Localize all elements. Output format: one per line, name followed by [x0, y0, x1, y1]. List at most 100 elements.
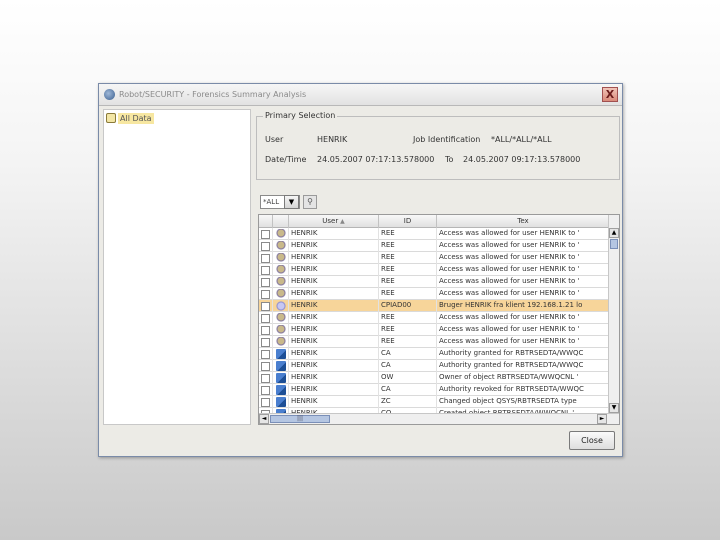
from-datetime-value: 24.05.2007 07:17:13.578000	[317, 155, 435, 164]
table-row[interactable]: HENRIK REE Access was allowed for user HEN…	[259, 276, 609, 288]
close-window-button[interactable]: X	[602, 87, 618, 102]
table-row[interactable]: HENRIK REE Access was allowed for user HEN…	[259, 228, 609, 240]
row-checkbox[interactable]	[261, 253, 270, 263]
access-icon	[275, 289, 286, 299]
row-checkbox[interactable]	[261, 349, 270, 359]
row-checkbox-cell	[259, 396, 273, 408]
user-cell: HENRIK	[289, 372, 379, 384]
table-row[interactable]: HENRIK ZC Changed object QSYS/RBTRSEDTA ty…	[259, 396, 609, 408]
tree-item-all-data[interactable]: All Data	[106, 112, 154, 124]
user-cell: HENRIK	[289, 240, 379, 252]
row-checkbox[interactable]	[261, 325, 270, 335]
row-checkbox[interactable]	[261, 397, 270, 407]
table-row[interactable]: HENRIK CPIAD00 Bruger HENRIK fra klient 19…	[259, 300, 609, 312]
row-icon-cell	[273, 228, 289, 240]
row-checkbox-cell	[259, 252, 273, 264]
data-tree: All Data	[103, 109, 251, 425]
user-cell: HENRIK	[289, 396, 379, 408]
column-header-id[interactable]: ID	[379, 215, 437, 228]
row-checkbox[interactable]	[261, 385, 270, 395]
row-checkbox[interactable]	[261, 277, 270, 287]
authority-icon	[275, 397, 286, 407]
table-row[interactable]: HENRIK REE Access was allowed for user HEN…	[259, 240, 609, 252]
column-header-icon[interactable]	[273, 215, 289, 228]
text-cell: Bruger HENRIK fra klient 192.168.1.21 lo	[439, 301, 583, 309]
table-row[interactable]: HENRIK REE Access was allowed for user HEN…	[259, 312, 609, 324]
id-cell: REE	[379, 276, 437, 288]
user-cell: HENRIK	[289, 384, 379, 396]
row-checkbox[interactable]	[261, 229, 270, 239]
primary-selection-group: Primary Selection User HENRIK Job Identi…	[256, 111, 620, 180]
row-icon-cell	[273, 288, 289, 300]
window-title: Robot/SECURITY - Forensics Summary Analy…	[119, 90, 307, 99]
table-row[interactable]: HENRIK REE Access was allowed for user HEN…	[259, 264, 609, 276]
id-cell: REE	[379, 264, 437, 276]
row-icon-cell	[273, 336, 289, 348]
row-checkbox-cell	[259, 360, 273, 372]
access-icon	[275, 313, 286, 323]
text-cell: Access was allowed for user HENRIK to '	[439, 289, 580, 297]
events-table: User ID Tex HENRIKREEAccess was allowed …	[258, 214, 620, 425]
scroll-right-icon[interactable]: ►	[597, 414, 607, 424]
row-checkbox-cell	[259, 324, 273, 336]
scroll-left-icon[interactable]: ◄	[259, 414, 269, 424]
text-cell: Access was allowed for user HENRIK to '	[439, 253, 580, 261]
table-row[interactable]: HENRIK REE Access was allowed for user HEN…	[259, 324, 609, 336]
row-checkbox[interactable]	[261, 361, 270, 371]
row-checkbox[interactable]	[261, 265, 270, 275]
row-checkbox[interactable]	[261, 289, 270, 299]
column-header-user[interactable]: User	[289, 215, 379, 228]
user-cell: HENRIK	[289, 348, 379, 360]
row-icon-cell	[273, 360, 289, 372]
scroll-up-icon[interactable]: ▲	[609, 228, 619, 238]
folder-icon	[106, 113, 116, 123]
row-icon-cell	[273, 276, 289, 288]
table-row[interactable]: HENRIKCAAuthority granted for RBTRSEDTA/…	[259, 360, 609, 372]
id-cell: REE	[379, 324, 437, 336]
row-checkbox-cell	[259, 384, 273, 396]
text-cell: Access was allowed for user HENRIK to '	[439, 229, 580, 237]
user-cell: HENRIK	[289, 228, 379, 240]
authority-icon	[275, 361, 286, 371]
row-icon-cell	[273, 372, 289, 384]
user-cell: HENRIK	[289, 300, 379, 312]
row-icon-cell	[273, 300, 289, 312]
row-checkbox[interactable]	[261, 241, 270, 251]
text-cell: Authority granted for RBTRSEDTA/WWQC	[439, 361, 584, 369]
title-bar[interactable]: Robot/SECURITY - Forensics Summary Analy…	[99, 84, 622, 106]
row-checkbox[interactable]	[261, 313, 270, 323]
close-button[interactable]: Close	[569, 431, 615, 450]
horizontal-scrollbar[interactable]: ◄ ||| ►	[259, 413, 619, 424]
datetime-label: Date/Time	[265, 155, 307, 164]
scroll-down-icon[interactable]: ▼	[609, 403, 619, 413]
horizontal-scroll-thumb[interactable]: |||	[270, 415, 330, 423]
chevron-down-icon[interactable]: ▼	[284, 195, 299, 209]
column-header-check[interactable]	[259, 215, 273, 228]
table-row[interactable]: HENRIK OW Owner of object RBTRSEDTA/WWQCNL…	[259, 372, 609, 384]
table-row[interactable]: HENRIK REE Access was allowed for user HEN…	[259, 336, 609, 348]
vertical-scroll-thumb[interactable]	[610, 239, 618, 249]
row-checkbox[interactable]	[261, 301, 270, 311]
access-icon	[275, 337, 286, 347]
right-panel: Primary Selection User HENRIK Job Identi…	[256, 107, 620, 427]
row-checkbox-cell	[259, 288, 273, 300]
filter-icon[interactable]: ⚲	[303, 195, 317, 209]
user-icon	[275, 301, 286, 311]
row-checkbox-cell	[259, 240, 273, 252]
vertical-scrollbar[interactable]: ▲ ▼	[608, 215, 619, 414]
table-row[interactable]: HENRIKCAAuthority granted for RBTRSEDTA/…	[259, 348, 609, 360]
id-cell: CA	[379, 384, 437, 396]
row-icon-cell	[273, 312, 289, 324]
text-cell: Authority revoked for RBTRSEDTA/WWQC	[439, 385, 584, 393]
user-cell: HENRIK	[289, 252, 379, 264]
text-cell: Access was allowed for user HENRIK to '	[439, 313, 580, 321]
table-row[interactable]: HENRIK REE Access was allowed for user HEN…	[259, 288, 609, 300]
row-checkbox[interactable]	[261, 373, 270, 383]
table-row[interactable]: HENRIK CA Authority revoked for RBTRSEDTA/…	[259, 384, 609, 396]
row-icon-cell	[273, 324, 289, 336]
table-row[interactable]: HENRIK REE Access was allowed for user HEN…	[259, 252, 609, 264]
user-cell: HENRIK	[289, 264, 379, 276]
column-header-text[interactable]: Tex	[437, 215, 609, 228]
row-checkbox[interactable]	[261, 337, 270, 347]
user-cell: HENRIK	[289, 336, 379, 348]
